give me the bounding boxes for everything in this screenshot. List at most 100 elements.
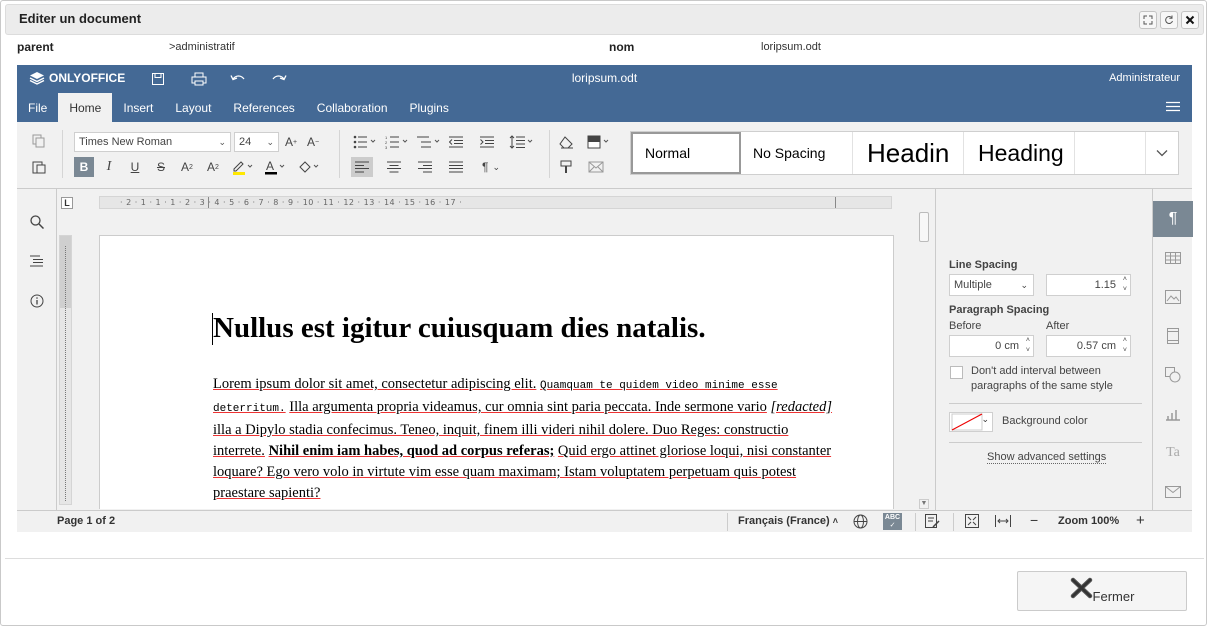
page-indicator[interactable]: Page 1 of 2 bbox=[57, 515, 115, 527]
dont-add-interval-checkbox[interactable] bbox=[950, 366, 963, 379]
tab-references[interactable]: References bbox=[222, 93, 305, 122]
tab-collaboration[interactable]: Collaboration bbox=[306, 93, 399, 122]
strikethrough-button[interactable]: S bbox=[150, 157, 172, 177]
tab-file[interactable]: File bbox=[17, 93, 58, 122]
language-select[interactable]: Français (France) ˄ bbox=[738, 515, 838, 527]
decrease-indent-icon[interactable] bbox=[445, 132, 467, 152]
paint-bucket-icon[interactable] bbox=[294, 157, 324, 177]
paste-icon[interactable] bbox=[28, 157, 50, 177]
style-normal[interactable]: Normal bbox=[631, 132, 741, 174]
decrease-font-icon[interactable]: A − bbox=[302, 132, 324, 152]
multilevel-list-icon[interactable] bbox=[415, 132, 445, 152]
tab-plugins[interactable]: Plugins bbox=[399, 93, 460, 122]
nonprinting-characters-icon[interactable]: ¶ ⌄ bbox=[476, 157, 506, 177]
line-spacing-icon[interactable] bbox=[507, 132, 537, 152]
vertical-scrollbar[interactable]: ▼ bbox=[917, 196, 931, 509]
spinner-icon[interactable]: ˄ ˅ bbox=[1026, 336, 1030, 356]
line-spacing-mode-value: Multiple bbox=[954, 279, 992, 291]
refresh-icon[interactable] bbox=[1160, 11, 1178, 29]
tab-insert[interactable]: Insert bbox=[112, 93, 164, 122]
spell-check-icon[interactable]: ABC ✓ bbox=[883, 513, 902, 530]
tab-home[interactable]: Home bbox=[58, 93, 113, 122]
info-icon[interactable] bbox=[26, 291, 48, 311]
zoom-out-icon[interactable]: − bbox=[1030, 512, 1038, 528]
document-page[interactable]: Nullus est igitur cuiusquam dies natalis… bbox=[99, 235, 894, 509]
underline-button[interactable]: U bbox=[124, 157, 146, 177]
bullet-list-icon[interactable] bbox=[351, 132, 381, 152]
scrollbar-thumb[interactable] bbox=[919, 212, 929, 242]
font-family-select[interactable]: Times New Roman ⌄ bbox=[74, 132, 231, 152]
mail-merge-settings-icon[interactable] bbox=[1153, 474, 1193, 510]
mail-merge-icon[interactable] bbox=[585, 157, 607, 177]
ribbon-tabs: File Home Insert Layout References Colla… bbox=[17, 93, 460, 122]
document-heading[interactable]: Nullus est igitur cuiusquam dies natalis… bbox=[213, 312, 706, 345]
heading-text: Nullus est igitur cuiusquam dies natalis… bbox=[213, 312, 706, 344]
fit-width-icon[interactable] bbox=[995, 514, 1011, 531]
numbered-list-icon[interactable]: 123 bbox=[383, 132, 413, 152]
svg-text:A: A bbox=[266, 159, 274, 173]
chart-settings-icon[interactable] bbox=[1153, 396, 1193, 432]
horizontal-ruler[interactable]: · 2 · 1 · 1 · 1 · 2 · 3 · 4 · 5 · 6 · 7 … bbox=[99, 196, 892, 209]
header-footer-icon[interactable] bbox=[1153, 318, 1193, 354]
show-advanced-settings-link[interactable]: Show advanced settings bbox=[987, 451, 1107, 464]
tab-layout[interactable]: Layout bbox=[164, 93, 222, 122]
increase-font-icon[interactable]: A + bbox=[280, 132, 302, 152]
text-art-icon[interactable]: Ta bbox=[1153, 435, 1193, 471]
scroll-down-icon[interactable]: ▼ bbox=[919, 499, 929, 509]
chevron-down-icon: ⌄ bbox=[1020, 280, 1028, 290]
zoom-in-icon[interactable]: + bbox=[1136, 512, 1145, 529]
navigation-icon[interactable] bbox=[26, 251, 48, 271]
bold-button[interactable]: B bbox=[74, 157, 94, 177]
paragraph-sentence: Lorem ipsum dolor sit amet, consectetur … bbox=[213, 376, 537, 392]
right-sidebar: ¶ Ta bbox=[1152, 189, 1193, 510]
subscript-button[interactable]: A2 bbox=[202, 157, 224, 177]
line-spacing-value-input[interactable]: 1.15 ˄ ˅ bbox=[1046, 274, 1131, 296]
styles-expand-icon[interactable] bbox=[1146, 132, 1178, 174]
spacing-after-input[interactable]: 0.57 cm ˄ ˅ bbox=[1046, 335, 1131, 357]
style-heading-2[interactable]: Heading bbox=[964, 132, 1075, 174]
document-paragraph[interactable]: Lorem ipsum dolor sit amet, consectetur … bbox=[213, 374, 838, 504]
style-empty[interactable] bbox=[1075, 132, 1146, 174]
user-name[interactable]: Administrateur bbox=[1109, 72, 1180, 84]
italic-button[interactable]: I bbox=[98, 157, 120, 177]
style-heading-1[interactable]: Headin bbox=[853, 132, 964, 174]
spinner-icon[interactable]: ˄ ˅ bbox=[1123, 275, 1127, 295]
background-color-picker[interactable]: ⌄ bbox=[949, 412, 993, 432]
shading-icon[interactable] bbox=[585, 132, 615, 152]
fullscreen-icon[interactable] bbox=[1139, 11, 1157, 29]
highlight-color-icon[interactable] bbox=[228, 157, 258, 177]
hamburger-menu-icon[interactable] bbox=[1166, 101, 1180, 115]
spinner-icon[interactable]: ˄ ˅ bbox=[1123, 336, 1127, 356]
close-icon[interactable] bbox=[1181, 11, 1199, 29]
justify-button[interactable] bbox=[445, 157, 467, 177]
clear-style-icon[interactable] bbox=[555, 132, 577, 152]
track-changes-icon[interactable] bbox=[925, 514, 940, 532]
image-settings-icon[interactable] bbox=[1153, 279, 1193, 315]
font-size-select[interactable]: 24 ⌄ bbox=[234, 132, 279, 152]
fermer-button[interactable]: Fermer bbox=[1017, 571, 1187, 611]
search-icon[interactable] bbox=[26, 212, 48, 232]
paragraph-settings-panel: Line Spacing Multiple ⌄ 1.15 ˄ ˅ Paragrap… bbox=[935, 189, 1152, 510]
line-spacing-mode-select[interactable]: Multiple ⌄ bbox=[949, 274, 1034, 296]
align-left-button[interactable] bbox=[351, 157, 373, 177]
fit-page-icon[interactable] bbox=[965, 514, 979, 531]
spacing-before-input[interactable]: 0 cm ˄ ˅ bbox=[949, 335, 1034, 357]
font-color-icon[interactable]: A bbox=[260, 157, 290, 177]
nom-label: nom bbox=[609, 40, 635, 54]
parent-label: parent bbox=[17, 40, 54, 54]
globe-icon[interactable] bbox=[853, 514, 868, 532]
style-no-spacing[interactable]: No Spacing bbox=[741, 132, 853, 174]
align-center-button[interactable] bbox=[383, 157, 405, 177]
shape-settings-icon[interactable] bbox=[1153, 357, 1193, 393]
table-settings-icon[interactable] bbox=[1153, 240, 1193, 276]
vertical-ruler[interactable] bbox=[59, 235, 72, 505]
superscript-button[interactable]: A2 bbox=[176, 157, 198, 177]
paragraph-settings-icon[interactable]: ¶ bbox=[1153, 201, 1193, 237]
align-right-button[interactable] bbox=[414, 157, 436, 177]
zoom-level[interactable]: Zoom 100% bbox=[1058, 515, 1119, 527]
copy-icon[interactable] bbox=[28, 131, 50, 151]
increase-indent-icon[interactable] bbox=[476, 132, 498, 152]
tab-stop-selector[interactable]: L bbox=[61, 197, 73, 209]
paragraph-sentence: [redacted] bbox=[770, 399, 833, 415]
copy-style-icon[interactable] bbox=[555, 157, 577, 177]
